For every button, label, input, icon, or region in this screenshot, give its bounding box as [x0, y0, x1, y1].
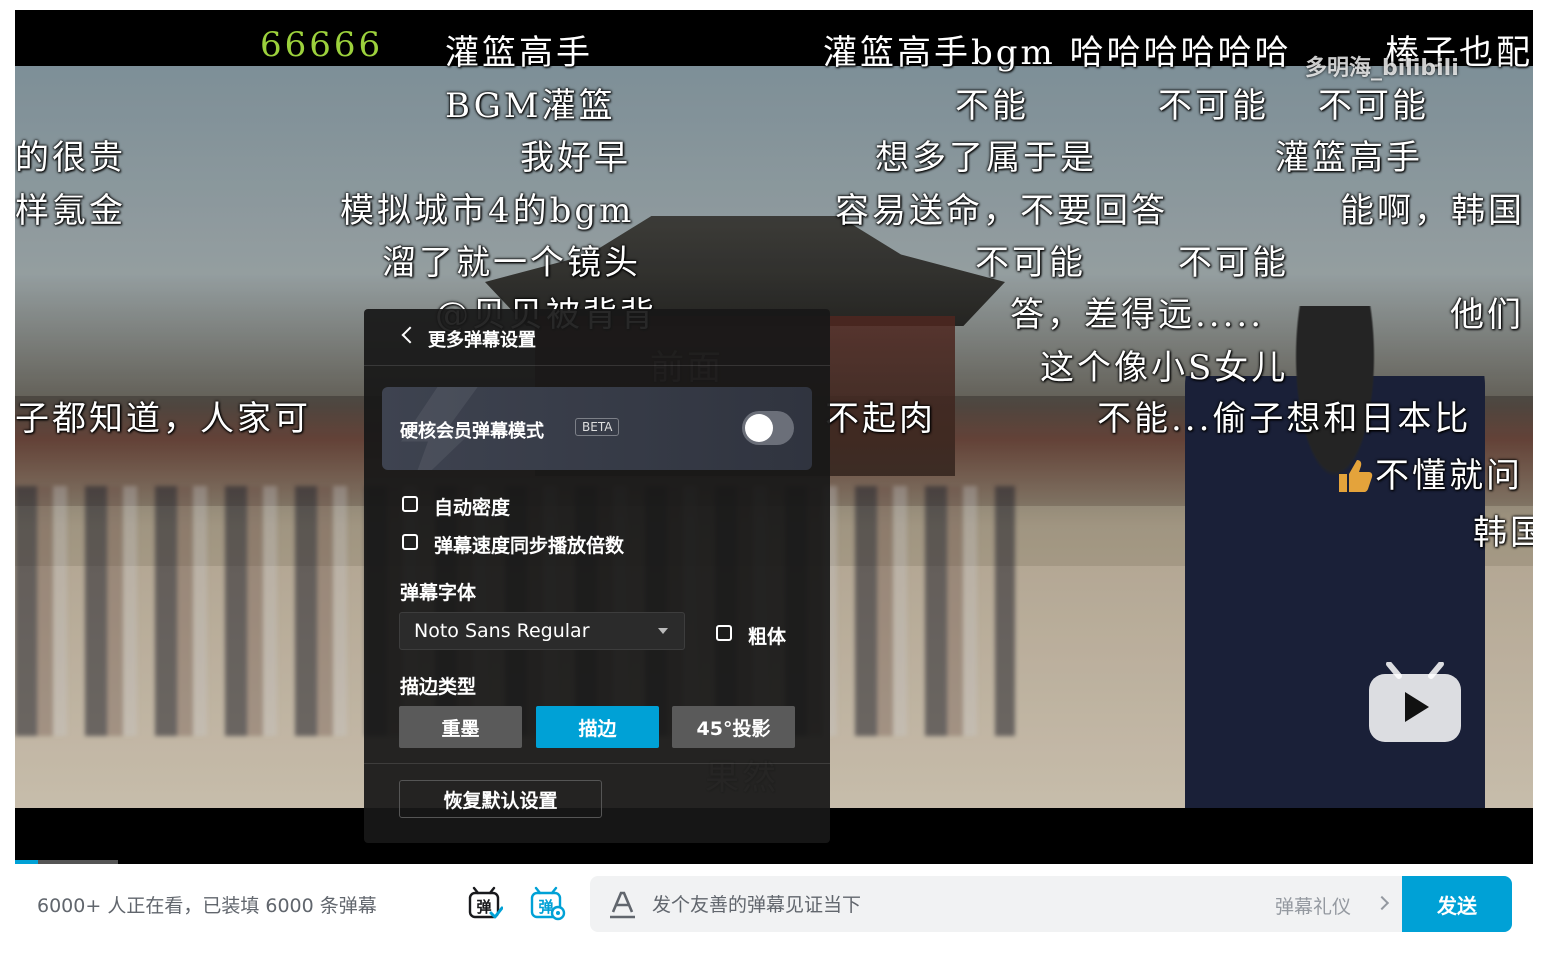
danmaku-comment: 想多了属于是	[875, 138, 1097, 178]
danmaku-send-bar: 6000+ 人正在看，已装填 6000 条弹幕 弹 弹 弹幕礼仪 发送	[15, 864, 1533, 944]
danmaku-comment: 韩国	[1473, 513, 1533, 553]
hardcore-mode-toggle[interactable]	[742, 411, 794, 445]
danmaku-comment: 不可能	[1158, 86, 1269, 126]
danmaku-comment: 的很贵	[15, 138, 126, 178]
font-select-value: Noto Sans Regular	[414, 620, 590, 642]
watermark: 多明海_bilibili	[1305, 56, 1459, 81]
reset-defaults-button[interactable]: 恢复默认设置	[399, 780, 602, 818]
auto-density-label: 自动密度	[434, 497, 511, 519]
danmaku-comment: BGM灌篮	[445, 86, 616, 126]
danmaku-comment: 样氪金	[15, 191, 126, 231]
speed-sync-label: 弹幕速度同步播放倍数	[434, 535, 625, 557]
speed-sync-checkbox[interactable]	[402, 534, 418, 550]
auto-density-checkbox[interactable]	[402, 496, 418, 512]
danmaku-comment: 不起肉	[825, 399, 936, 439]
danmaku-comment: 这个像小S女儿	[1040, 348, 1289, 388]
svg-text:弹: 弹	[476, 898, 491, 916]
stroke-outline-button[interactable]: 描边	[536, 706, 659, 748]
panel-divider	[364, 763, 830, 764]
danmaku-toggle-icon[interactable]: 弹	[467, 886, 503, 922]
danmaku-input-box: 弹幕礼仪 发送	[590, 876, 1512, 932]
thumbs-up-icon	[1335, 456, 1375, 496]
font-section-label: 弹幕字体	[400, 582, 477, 604]
stroke-shadow-45-button[interactable]: 45°投影	[672, 706, 795, 748]
beta-badge: BETA	[575, 418, 620, 436]
danmaku-input[interactable]	[650, 876, 1254, 932]
danmaku-comment: 容易送命，不要回答	[835, 191, 1168, 231]
viewers-status: 6000+ 人正在看，已装填 6000 条弹幕	[37, 895, 377, 917]
danmaku-comment: 灌篮高手bgm 哈哈哈哈哈哈	[823, 33, 1292, 73]
danmaku-comment: 不能...偷子想和日本比	[1097, 399, 1472, 439]
danmaku-comment: 不可能	[1318, 86, 1429, 126]
send-button[interactable]: 发送	[1402, 876, 1512, 932]
danmaku-comment: 答，差得远.....	[1010, 295, 1265, 335]
danmaku-comment: 不能	[955, 86, 1029, 126]
danmaku-comment: 灌篮高手	[1275, 138, 1423, 178]
panel-title: 更多弹幕设置	[428, 330, 536, 351]
danmaku-comment: 灌篮高手	[445, 33, 593, 73]
danmaku-comment: 不可能	[1178, 243, 1289, 283]
bold-checkbox[interactable]	[716, 625, 732, 641]
bilibili-tv-logo	[1369, 662, 1461, 742]
stroke-section-label: 描边类型	[400, 676, 477, 698]
danmaku-settings-icon[interactable]: 弹	[529, 886, 567, 922]
chevron-right-icon	[1374, 895, 1390, 911]
back-chevron-icon[interactable]	[401, 326, 419, 344]
hardcore-mode-card: 硬核会员弹幕模式 BETA	[382, 387, 812, 470]
caret-down-icon	[658, 628, 668, 634]
danmaku-comment: 我好早	[520, 138, 631, 178]
etiquette-link[interactable]: 弹幕礼仪	[1275, 892, 1351, 919]
font-style-icon[interactable]	[608, 890, 636, 920]
panel-header[interactable]: 更多弹幕设置	[364, 309, 830, 366]
danmaku-comment: 不可能	[975, 243, 1086, 283]
danmaku-comment: 子都知道，人家可	[15, 399, 311, 439]
font-select[interactable]: Noto Sans Regular	[399, 612, 685, 650]
hardcore-mode-label: 硬核会员弹幕模式	[400, 421, 544, 442]
bold-label: 粗体	[748, 626, 787, 648]
danmaku-settings-panel: 更多弹幕设置 硬核会员弹幕模式 BETA 自动密度 弹幕速度同步播放倍数 弹幕字…	[364, 309, 830, 843]
danmaku-comment: 溜了就一个镜头	[382, 243, 641, 283]
danmaku-comment: 模拟城市4的bgm	[340, 191, 635, 231]
danmaku-comment: 不懂就问	[1375, 456, 1523, 496]
danmaku-comment: 他们	[1450, 295, 1524, 335]
danmaku-comment: 66666	[260, 25, 384, 65]
stroke-heavy-ink-button[interactable]: 重墨	[399, 706, 522, 748]
toggle-knob	[745, 414, 773, 442]
danmaku-comment: 能啊，韩国	[1340, 191, 1525, 231]
